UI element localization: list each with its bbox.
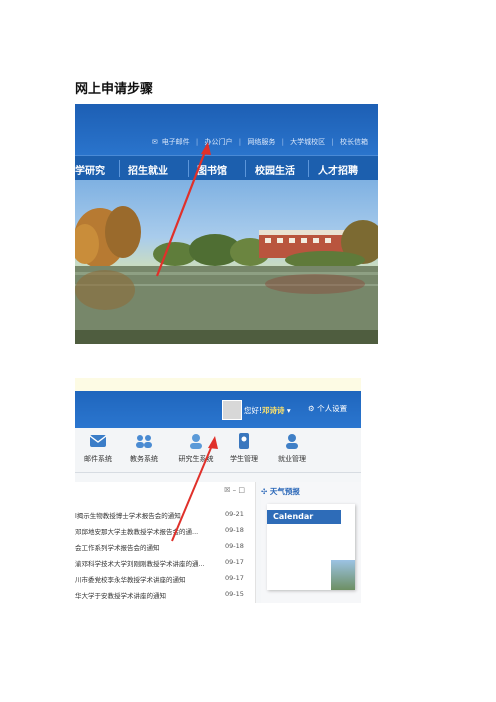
- red-arrow-pointer: [155, 142, 211, 277]
- screenshot-portal: 您好!邓诗诗 ▾ ⚙ 个人设置 邮件系统 教务系统 研究生系统 学生管理 就业管…: [75, 378, 361, 603]
- red-arrow-pointer: [171, 436, 218, 542]
- document-title: 网上申请步骤: [75, 82, 154, 97]
- screenshot-homepage: ✉ 电子邮件 | 办公门户 | 网络服务 | 大学城校区 | 校长信箱 学研究 招…: [75, 104, 378, 344]
